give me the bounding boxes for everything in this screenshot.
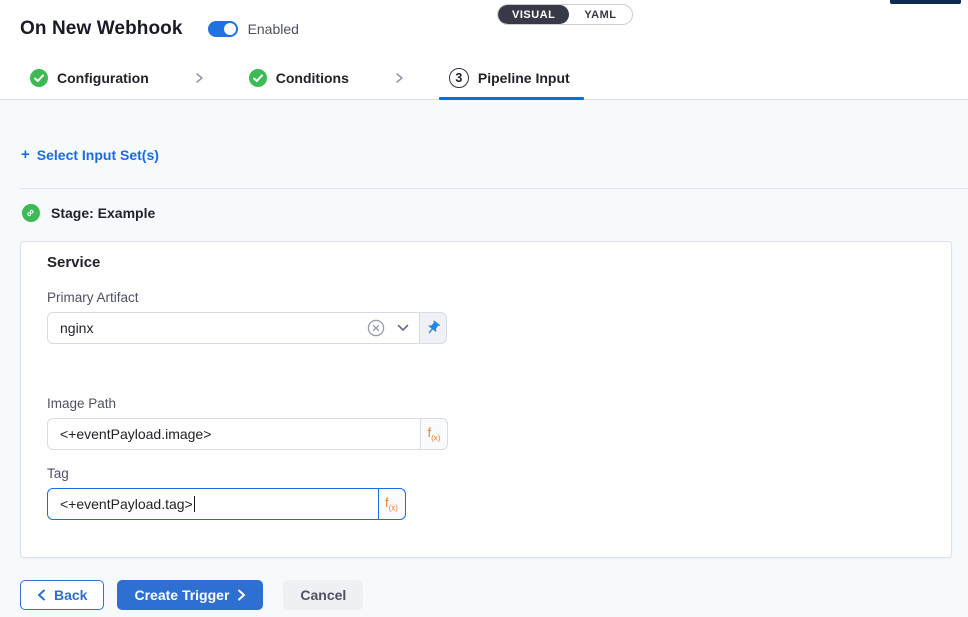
tab-pipeline-input[interactable]: 3 Pipeline Input — [449, 57, 570, 99]
primary-artifact-value: nginx — [60, 320, 367, 336]
tab-label: Configuration — [57, 70, 149, 86]
toggle-knob — [224, 23, 236, 35]
cancel-label: Cancel — [300, 587, 346, 603]
tab-visual[interactable]: VISUAL — [498, 5, 569, 24]
tab-label: Pipeline Input — [478, 70, 570, 86]
select-input-sets-link[interactable]: Select Input Set(s) — [37, 147, 159, 163]
service-heading: Service — [47, 254, 925, 271]
check-circle-icon — [249, 69, 267, 87]
enabled-label: Enabled — [248, 21, 299, 37]
back-button[interactable]: Back — [20, 580, 104, 610]
fx-icon: f(x) — [385, 496, 398, 513]
primary-artifact-select[interactable]: nginx — [47, 312, 420, 344]
tab-yaml[interactable]: YAML — [569, 5, 631, 24]
service-card: Service Primary Artifact nginx — [20, 241, 952, 558]
step-number-icon: 3 — [449, 68, 469, 88]
primary-artifact-label: Primary Artifact — [47, 290, 925, 305]
fx-icon: f(x) — [428, 426, 441, 443]
image-path-value: <+eventPayload.image> — [60, 426, 410, 442]
tab-configuration[interactable]: Configuration — [30, 57, 149, 99]
stage-header: ∞ Stage: Example — [22, 204, 968, 222]
plus-icon: + — [21, 146, 30, 163]
text-cursor — [194, 496, 196, 512]
enabled-toggle[interactable] — [208, 21, 238, 37]
wizard-tabbar: Configuration Conditions 3 Pipeline Inpu… — [0, 57, 968, 100]
cancel-button[interactable]: Cancel — [283, 580, 363, 610]
check-circle-icon — [30, 69, 48, 87]
page-title: On New Webhook — [20, 18, 183, 40]
pin-fixed-value-button[interactable] — [419, 312, 447, 344]
clear-selection-icon[interactable] — [367, 319, 385, 337]
tab-label: Conditions — [276, 70, 349, 86]
create-trigger-label: Create Trigger — [134, 587, 229, 603]
divider — [20, 188, 968, 189]
chevron-right-icon — [193, 57, 205, 99]
back-label: Back — [54, 587, 87, 603]
image-path-label: Image Path — [47, 396, 925, 411]
tag-value: <+eventPayload.tag> — [60, 496, 193, 512]
stage-label: Stage: Example — [51, 205, 155, 221]
chevron-down-icon[interactable] — [397, 324, 409, 332]
tag-label: Tag — [47, 466, 925, 481]
expression-fx-button[interactable]: f(x) — [420, 418, 448, 450]
chevron-right-icon — [237, 589, 246, 601]
tab-conditions[interactable]: Conditions — [249, 57, 349, 99]
page-header: On New Webhook Enabled VISUAL YAML — [0, 0, 968, 57]
footer-actions: Back Create Trigger Cancel — [20, 580, 968, 610]
chevron-left-icon — [37, 589, 46, 601]
pipeline-input-panel: + Select Input Set(s) ∞ Stage: Example S… — [0, 100, 968, 617]
create-trigger-button[interactable]: Create Trigger — [117, 580, 263, 610]
image-path-input[interactable]: <+eventPayload.image> — [47, 418, 421, 450]
tag-input[interactable]: <+eventPayload.tag> — [47, 488, 379, 520]
partially-visible-top-button[interactable] — [890, 0, 961, 4]
chevron-right-icon — [393, 57, 405, 99]
visual-yaml-toggle: VISUAL YAML — [497, 4, 633, 25]
cd-stage-icon: ∞ — [22, 204, 40, 222]
expression-fx-button[interactable]: f(x) — [378, 488, 406, 520]
pin-icon — [422, 317, 444, 339]
